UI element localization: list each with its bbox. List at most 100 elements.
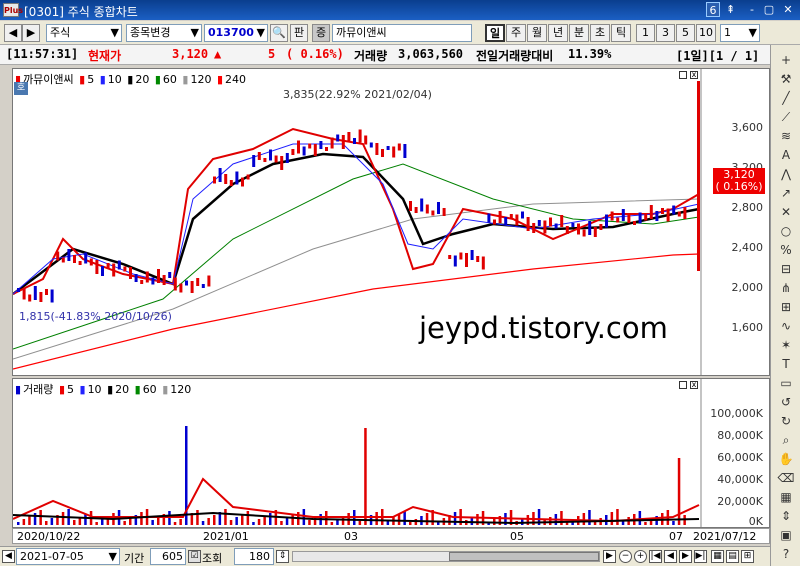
trend-icon[interactable]: ⟋ (774, 108, 798, 126)
candle (532, 223, 536, 233)
tool-icon[interactable]: ⚒ (774, 70, 798, 88)
pattern-icon[interactable]: ⋀ (774, 165, 798, 183)
volume-chart-panel[interactable]: ▮ 거래량 ▮ 5 ▮ 10 ▮ 20 ▮ 60 ▮ 120 x 100,000K 80,0… (12, 378, 770, 528)
market-select[interactable]: 주식 ▼ (46, 24, 122, 42)
period-tick-button[interactable]: 틱 (611, 24, 631, 42)
candle (442, 208, 446, 216)
link-icon[interactable]: ⊞ (741, 550, 754, 563)
quote-icon[interactable]: 호 (14, 82, 28, 95)
del-icon[interactable]: ⌫ (774, 469, 798, 487)
pan-button[interactable]: 판 (290, 24, 308, 42)
fib-icon[interactable]: ≋ (774, 127, 798, 145)
last-icon[interactable]: ▶| (694, 550, 707, 563)
vol-ma5-line (13, 477, 700, 523)
help-icon[interactable]: ? (774, 545, 798, 563)
maximize-button[interactable]: ▢ (762, 2, 776, 17)
candle (369, 142, 373, 148)
first-icon[interactable]: |◀ (649, 550, 662, 563)
save-icon[interactable]: ▣ (774, 526, 798, 544)
table-icon[interactable]: ▤ (726, 550, 739, 563)
zoom-out-icon[interactable]: − (619, 550, 632, 563)
search-icon[interactable]: 🔍 (270, 24, 288, 42)
grid-toggle-icon[interactable]: ▦ (711, 550, 724, 563)
interval-1-button[interactable]: 1 (636, 24, 655, 42)
volume-bar (129, 518, 132, 525)
date-input[interactable]: 2021-07-05 ▼ (16, 548, 120, 565)
candle (577, 223, 580, 235)
code-input[interactable]: 013700 ▼ (204, 24, 268, 42)
next-page-icon[interactable]: ▶ (679, 550, 692, 563)
query-checkbox[interactable]: ☑ (188, 550, 201, 563)
jeung-button[interactable]: 증 (312, 24, 330, 42)
panel-max-icon[interactable] (679, 71, 687, 79)
star-icon[interactable]: ✶ (774, 336, 798, 354)
candle (605, 214, 608, 228)
panel-close-icon[interactable]: x (690, 71, 698, 79)
volume-bar (330, 522, 334, 525)
period-input[interactable]: 605 (150, 548, 186, 565)
candle (78, 261, 82, 265)
refresh-icon[interactable]: ↻ (774, 412, 798, 430)
plus-icon[interactable]: + (774, 51, 798, 69)
period-week-button[interactable]: 주 (506, 24, 526, 42)
candle (655, 211, 659, 221)
view-count-input[interactable]: 180 (234, 548, 274, 565)
next-stock-button[interactable]: ▶ (22, 24, 40, 42)
circle-icon[interactable]: ○ (774, 222, 798, 240)
scroll-thumb[interactable] (449, 552, 599, 561)
hand-icon[interactable]: ✋ (774, 450, 798, 468)
percent-icon[interactable]: % (774, 241, 798, 259)
mode-select[interactable]: 종목변경 ▼ (126, 24, 202, 42)
restore-up-icon[interactable]: ⇞ (726, 2, 735, 17)
ruler-icon[interactable]: ⊟ (774, 260, 798, 278)
chart-scrollbar[interactable] (292, 551, 600, 562)
cross-icon[interactable]: ✕ (774, 203, 798, 221)
pin-button[interactable]: 6 (706, 2, 720, 17)
candle (375, 143, 379, 155)
volume-bar (28, 516, 31, 525)
minimize-button[interactable]: - (745, 2, 759, 17)
period-day-button[interactable]: 일 (485, 24, 505, 42)
scroll-right-icon[interactable]: ▶ (603, 550, 616, 563)
rotate-icon[interactable]: ↺ (774, 393, 798, 411)
auto-icon[interactable]: A (774, 146, 798, 164)
scroll-left-icon[interactable]: ◀ (2, 550, 15, 563)
zoom-in-icon[interactable]: + (634, 550, 647, 563)
legend-vol-ma10: 10 (87, 383, 102, 396)
count-input[interactable]: 1 ▼ (720, 24, 760, 42)
close-button[interactable]: ✕ (780, 2, 796, 17)
candle (677, 211, 681, 217)
legend-vol-ma5: 5 (67, 383, 74, 396)
arrow-icon[interactable]: ↗ (774, 184, 798, 202)
prev-page-icon[interactable]: ◀ (664, 550, 677, 563)
scale-icon[interactable]: ⇕ (774, 507, 798, 525)
interval-3-button[interactable]: 3 (656, 24, 675, 42)
volume-bar (246, 511, 250, 525)
prev-stock-button[interactable]: ◀ (4, 24, 22, 42)
line-icon[interactable]: ╱ (774, 89, 798, 107)
cycle-icon[interactable]: ∿ (774, 317, 798, 335)
spin-icon[interactable]: ⇕ (276, 550, 289, 563)
period-second-button[interactable]: 초 (590, 24, 610, 42)
fan-icon[interactable]: ⋔ (774, 279, 798, 297)
candle (22, 288, 26, 300)
candle (291, 149, 295, 155)
candle (151, 277, 155, 285)
price-chart-panel[interactable]: ▮ 까뮤이앤씨 ▮ 5 ▮ 10 ▮ 20 ▮ 60 ▮ 120 ▮ 240 호 3,835(… (12, 68, 770, 376)
volume-bar (285, 518, 289, 525)
candle (50, 289, 54, 303)
grid-icon[interactable]: ▦ (774, 488, 798, 506)
candle (95, 260, 99, 274)
vol-panel-max-icon[interactable] (679, 381, 687, 389)
interval-10-button[interactable]: 10 (696, 24, 716, 42)
candle (633, 221, 636, 225)
interval-5-button[interactable]: 5 (676, 24, 695, 42)
period-minute-button[interactable]: 분 (569, 24, 589, 42)
rect-icon[interactable]: ▭ (774, 374, 798, 392)
period-month-button[interactable]: 월 (527, 24, 547, 42)
period-year-button[interactable]: 년 (548, 24, 568, 42)
zoom-icon[interactable]: ⌕ (774, 431, 798, 449)
text-icon[interactable]: T (774, 355, 798, 373)
gann-icon[interactable]: ⊞ (774, 298, 798, 316)
vol-panel-close-icon[interactable]: x (690, 381, 698, 389)
